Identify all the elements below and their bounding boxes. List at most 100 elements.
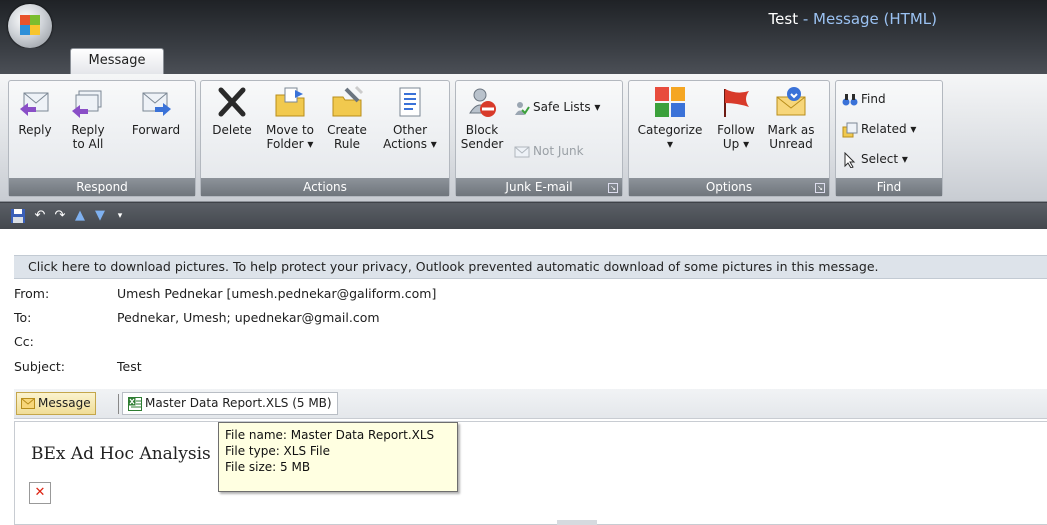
select-label: Select ▾ [861,152,908,166]
subject-label: Subject: [14,359,65,374]
move-label-2: Folder ▾ [266,137,314,151]
create-rule-icon [332,85,364,117]
undo-icon[interactable]: ↶ [32,208,48,224]
categorize-label: Categorize [637,123,703,137]
download-pictures-infobar[interactable]: Click here to download pictures. To help… [14,255,1047,279]
categorize-arrow: ▾ [666,137,674,151]
related-button[interactable]: Related ▾ [842,121,916,138]
office-button[interactable] [8,4,52,48]
group-find-label: Find [836,178,942,196]
not-junk-button[interactable]: Not Junk [514,143,584,160]
window-title: Test - Message (HTML) [769,10,937,28]
tab-message[interactable]: Message [70,48,164,74]
other-actions-button[interactable]: Other Actions ▾ [379,85,441,151]
move-label-1: Move to [265,123,315,137]
block-sender-icon [469,88,496,117]
save-icon[interactable] [10,208,26,224]
safe-lists-button[interactable]: Safe Lists ▾ [514,99,600,116]
mark-label-2: Unread [769,137,813,151]
move-to-folder-button[interactable]: Move to Folder ▾ [261,85,319,151]
broken-image-icon[interactable]: ✕ [29,482,51,504]
reply-icon [20,92,49,116]
other-label-2: Actions ▾ [383,137,437,151]
envelope-icon [21,398,35,409]
to-label: To: [14,310,32,325]
options-dialog-launcher-icon[interactable]: ↘ [815,183,825,193]
reply-label: Reply [18,123,52,137]
group-junk-label: Junk E-mail [456,178,622,196]
find-button[interactable]: Find [842,91,886,108]
reply-all-icon [72,90,102,118]
create-label-2: Rule [333,137,361,151]
delete-button[interactable]: Delete [207,85,257,137]
xls-attachment[interactable]: Master Data Report.XLS (5 MB) [122,392,338,415]
attachment-separator [118,394,119,414]
group-options: Categorize ▾ Follow Up ▾ Mark as Unread … [628,80,830,197]
attachment-file-label: Master Data Report.XLS (5 MB) [145,396,332,410]
block-label-2: Sender [460,137,504,151]
other-actions-icon [399,87,421,117]
reply-all-button[interactable]: Reply to All [63,85,113,151]
forward-button[interactable]: Forward [125,85,187,137]
group-respond-label: Respond [9,178,195,196]
group-respond: Reply Reply to All Forward Respond [8,80,196,197]
tooltip-file-type: File type: XLS File [225,444,330,458]
group-options-label: Options [629,178,829,196]
reply-all-label-1: Reply [71,123,105,137]
related-icon [842,122,858,137]
related-label: Related ▾ [861,122,917,136]
block-label-1: Block [465,123,499,137]
attachment-tooltip: File name: Master Data Report.XLS File t… [218,422,458,492]
previous-item-icon[interactable]: ▲ [72,208,88,224]
select-cursor-icon [844,151,856,168]
from-label: From: [14,286,50,301]
tooltip-file-name: File name: Master Data Report.XLS [225,428,435,442]
body-text: BEx Ad Hoc Analysis [31,444,211,464]
block-sender-button[interactable]: Block Sender [460,85,504,151]
next-item-icon[interactable]: ▼ [92,208,108,224]
not-junk-icon [514,146,530,157]
delete-icon [218,87,246,117]
select-button[interactable]: Select ▾ [842,151,908,168]
follow-up-flag-icon [724,89,749,117]
group-junk: Block Sender Safe Lists ▾ Not Junk Junk … [455,80,623,197]
customize-qat-icon[interactable]: ▾ [112,208,128,224]
categorize-button[interactable]: Categorize ▾ [633,85,707,151]
forward-label: Forward [131,123,181,137]
group-actions: Delete Move to Folder ▾ Create Rule Othe… [200,80,450,197]
find-binoculars-icon [842,93,858,105]
safe-lists-icon [515,101,530,115]
quick-access-toolbar: ↶ ↷ ▲ ▼ ▾ [0,203,1047,229]
find-label: Find [861,92,886,106]
not-junk-label: Not Junk [533,144,584,158]
group-find: Find Related ▾ Select ▾ Find [835,80,943,197]
follow-label-1: Follow [717,123,755,137]
follow-up-button[interactable]: Follow Up ▾ [713,85,759,151]
mark-label-1: Mark as [767,123,815,137]
to-value[interactable]: Pednekar, Umesh; upednekar@gmail.com [117,309,380,327]
create-rule-button[interactable]: Create Rule [323,85,371,151]
attachment-bar: Message Master Data Report.XLS (5 MB) [14,389,1047,419]
title-doc: Test [768,10,799,28]
forward-icon [142,92,171,116]
mark-as-unread-button[interactable]: Mark as Unread [763,85,819,151]
cc-label: Cc: [14,334,34,349]
categorize-icon [655,87,685,117]
junk-dialog-launcher-icon[interactable]: ↘ [608,183,618,193]
title-app: Message (HTML) [813,10,937,28]
safe-lists-label: Safe Lists ▾ [533,100,601,114]
message-body[interactable]: BEx Ad Hoc Analysis ✕ [14,421,1047,525]
redo-icon[interactable]: ↷ [52,208,68,224]
from-value[interactable]: Umesh Pednekar [umesh.pednekar@galiform.… [117,285,436,303]
ribbon: Reply Reply to All Forward Respond Delet… [0,74,1047,202]
horizontal-scroll-thumb[interactable] [557,520,597,525]
title-separator: - [798,10,814,28]
delete-label: Delete [212,123,252,137]
excel-file-icon [128,396,142,411]
subject-value: Test [117,359,142,374]
message-attachment-tab[interactable]: Message [16,392,96,415]
follow-label-2: Up ▾ [722,137,750,151]
other-label-1: Other [392,123,428,137]
reply-button[interactable]: Reply [15,85,55,137]
office-logo-icon [20,15,40,35]
